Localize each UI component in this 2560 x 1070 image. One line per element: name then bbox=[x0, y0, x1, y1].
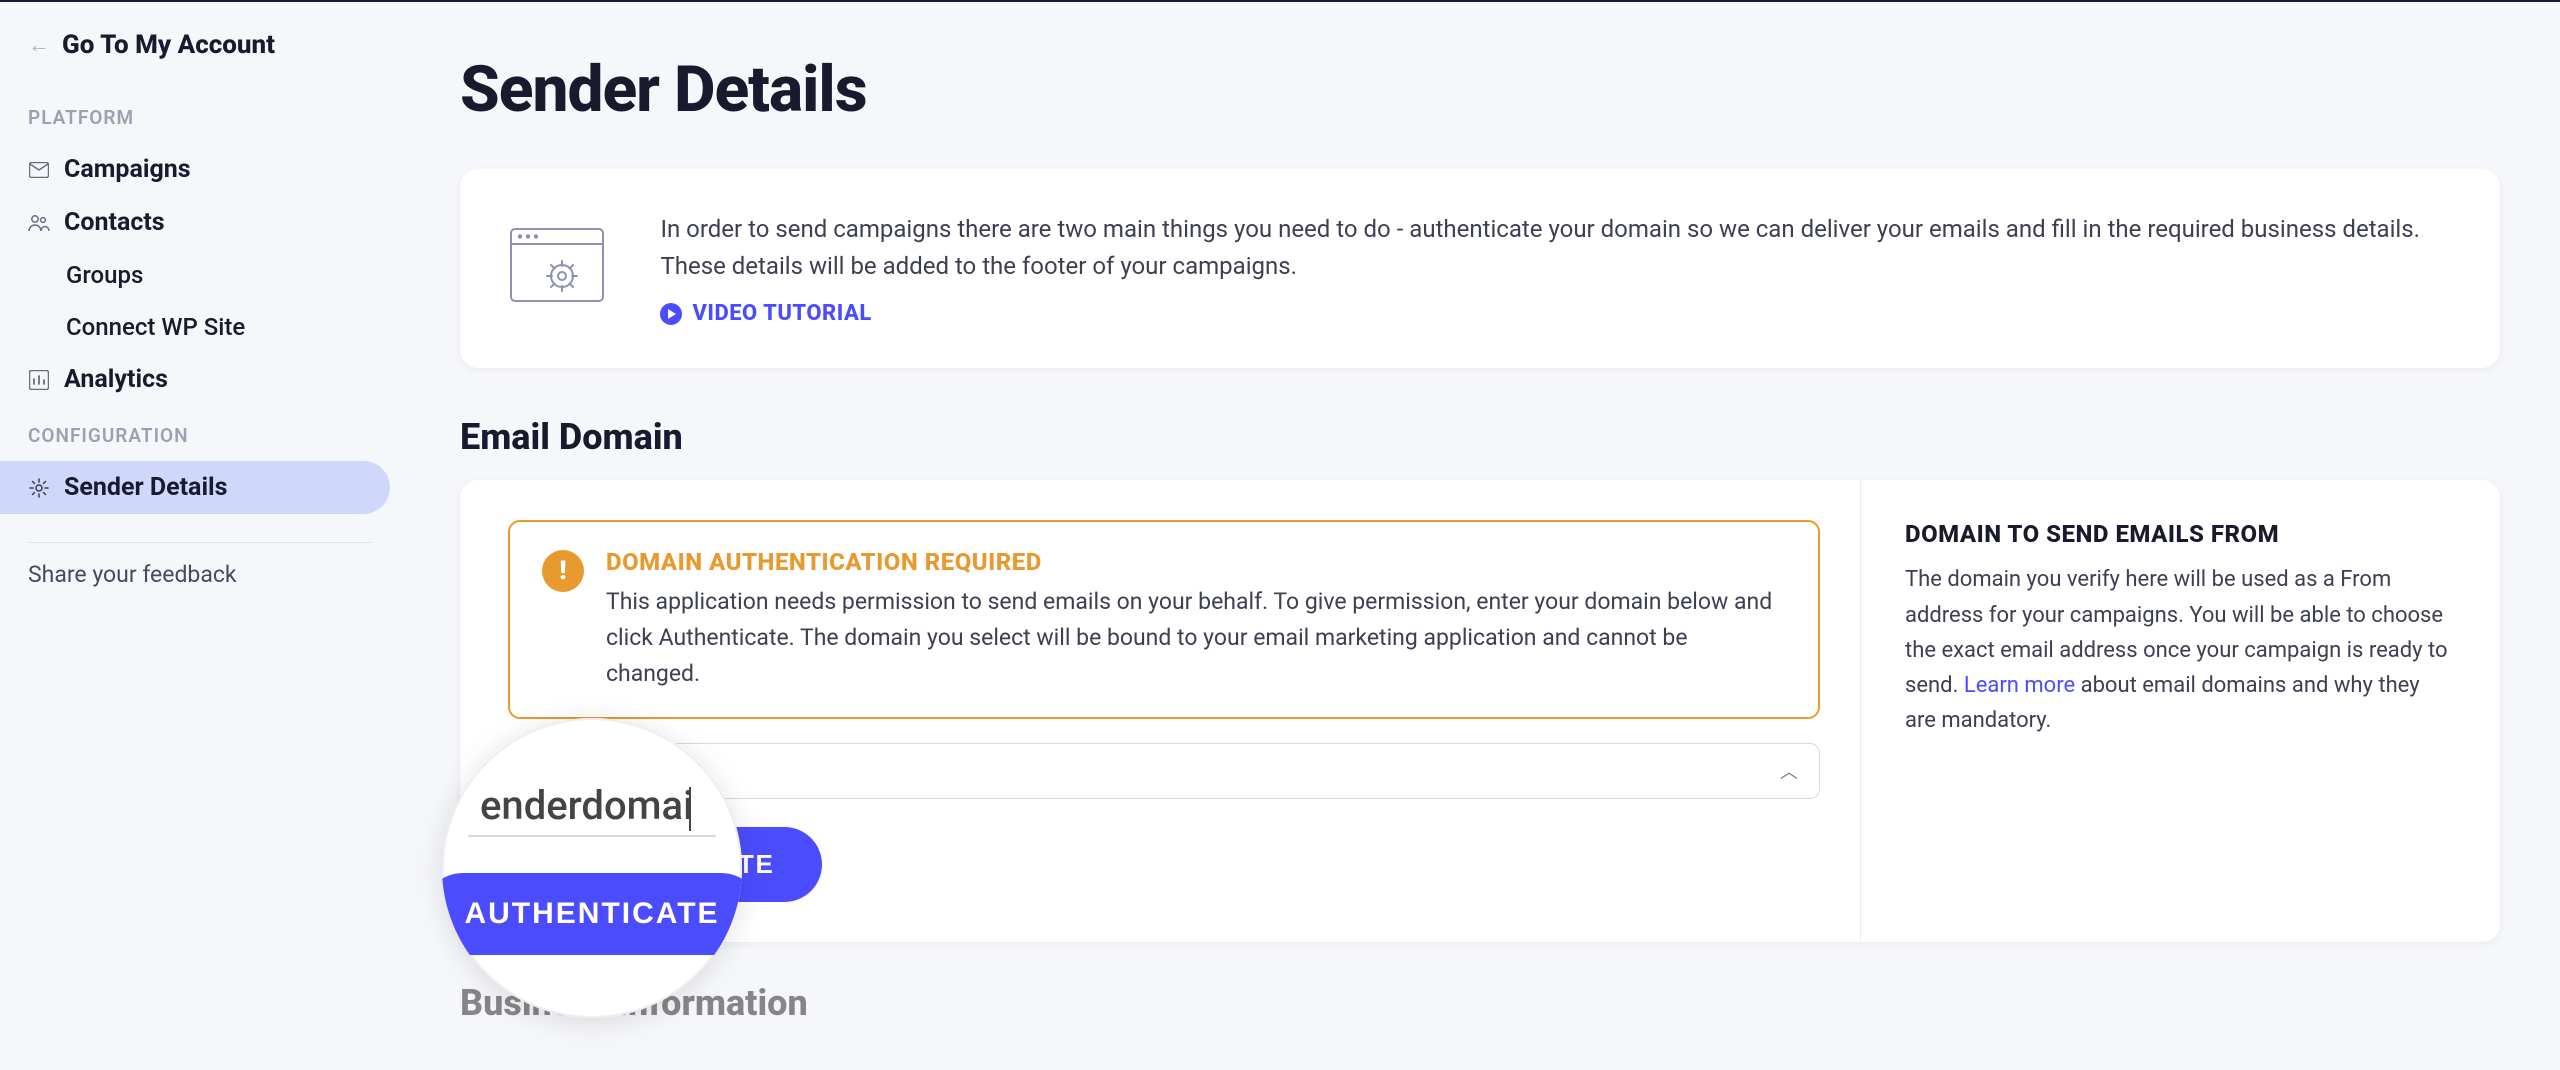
chevron-up-icon[interactable]: ︿ bbox=[1780, 758, 1798, 784]
email-domain-heading: Email Domain bbox=[460, 416, 2500, 458]
sidebar-item-label: Connect WP Site bbox=[66, 313, 245, 341]
go-back-label: Go To My Account bbox=[62, 30, 275, 60]
zoom-lens-overlay: enderdomai AUTHENTICATE bbox=[442, 718, 742, 1018]
domain-auth-alert: ! DOMAIN AUTHENTICATION REQUIRED This ap… bbox=[508, 520, 1820, 719]
alert-title: DOMAIN AUTHENTICATION REQUIRED bbox=[606, 548, 1786, 576]
info-panel-body: The domain you verify here will be used … bbox=[1905, 562, 2452, 738]
sidebar-section-platform: PLATFORM bbox=[0, 88, 400, 143]
settings-window-icon bbox=[508, 214, 612, 324]
sidebar-item-label: Analytics bbox=[64, 365, 168, 394]
share-feedback-link[interactable]: Share your feedback bbox=[0, 561, 400, 588]
email-domain-card: ! DOMAIN AUTHENTICATION REQUIRED This ap… bbox=[460, 480, 2500, 942]
intro-card: In order to send campaigns there are two… bbox=[460, 169, 2500, 368]
business-info-heading: Business Information bbox=[460, 982, 2500, 1024]
video-tutorial-label: VIDEO TUTORIAL bbox=[692, 301, 871, 326]
sidebar-item-contacts[interactable]: Contacts bbox=[0, 196, 390, 249]
people-icon bbox=[28, 212, 50, 234]
sidebar-item-label: Sender Details bbox=[64, 473, 228, 502]
intro-text: In order to send campaigns there are two… bbox=[660, 211, 2452, 285]
sidebar-item-sender-details[interactable]: Sender Details bbox=[0, 461, 390, 514]
main-content: Sender Details In order to send campaign… bbox=[400, 2, 2560, 1070]
sidebar-item-label: Groups bbox=[66, 261, 143, 289]
sidebar-item-label: Contacts bbox=[64, 208, 165, 237]
play-icon bbox=[660, 303, 682, 325]
warning-icon: ! bbox=[542, 550, 584, 592]
sidebar-item-connect-wp-site[interactable]: Connect WP Site bbox=[0, 301, 390, 353]
sidebar-item-groups[interactable]: Groups bbox=[0, 249, 390, 301]
page-title: Sender Details bbox=[460, 52, 2500, 127]
sidebar-section-configuration: CONFIGURATION bbox=[0, 406, 400, 461]
go-to-my-account-link[interactable]: ← Go To My Account bbox=[0, 30, 400, 88]
learn-more-link[interactable]: Learn more bbox=[1964, 673, 2075, 698]
arrow-left-icon: ← bbox=[28, 32, 50, 58]
sidebar: ← Go To My Account PLATFORM Campaigns Co… bbox=[0, 2, 400, 1070]
alert-body: This application needs permission to sen… bbox=[606, 584, 1786, 691]
zoom-authenticate-button: AUTHENTICATE bbox=[442, 873, 742, 955]
sidebar-divider bbox=[28, 542, 372, 543]
envelope-icon bbox=[28, 159, 50, 181]
chart-icon bbox=[28, 369, 50, 391]
gear-icon bbox=[28, 477, 50, 499]
sidebar-item-analytics[interactable]: Analytics bbox=[0, 353, 390, 406]
video-tutorial-link[interactable]: VIDEO TUTORIAL bbox=[660, 301, 871, 326]
sidebar-item-label: Campaigns bbox=[64, 155, 191, 184]
info-panel-title: DOMAIN TO SEND EMAILS FROM bbox=[1905, 520, 2452, 548]
zoom-input-text: enderdomai bbox=[480, 782, 693, 830]
sidebar-item-campaigns[interactable]: Campaigns bbox=[0, 143, 390, 196]
